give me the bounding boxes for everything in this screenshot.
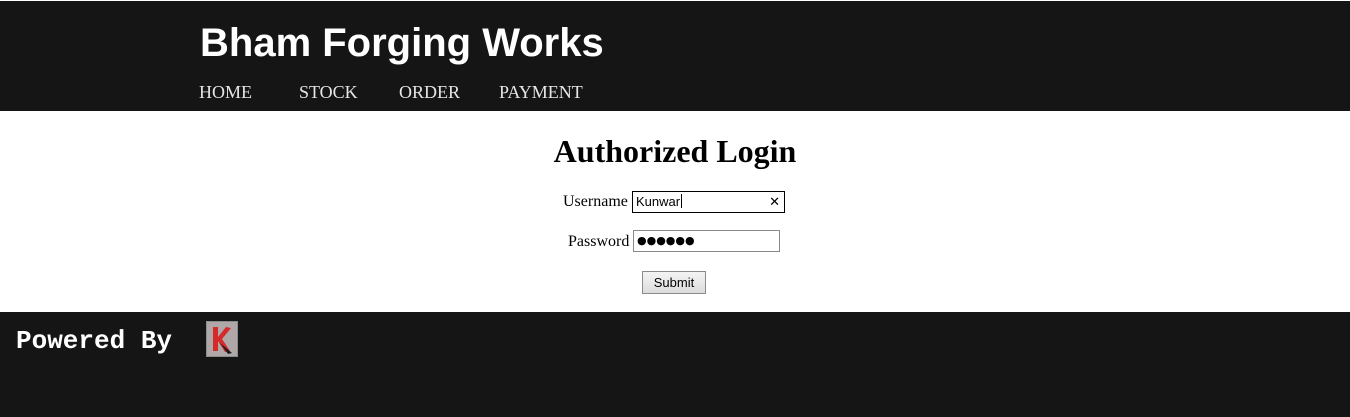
k-logo-icon xyxy=(206,321,238,357)
username-input[interactable]: Kunwar ✕ xyxy=(632,191,785,213)
site-title: Bham Forging Works xyxy=(200,21,604,65)
nav-payment[interactable]: PAYMENT xyxy=(499,81,583,103)
site-footer: Powered By xyxy=(0,312,1350,417)
password-masked-value: ●●●●●● xyxy=(637,234,695,247)
submit-button[interactable]: Submit xyxy=(642,271,706,294)
username-value: Kunwar xyxy=(636,194,683,209)
username-label: Username xyxy=(563,193,628,210)
clear-icon[interactable]: ✕ xyxy=(769,193,780,211)
password-label: Password xyxy=(568,233,630,250)
site-header: Bham Forging Works HOME STOCK ORDER PAYM… xyxy=(0,0,1350,111)
text-caret xyxy=(681,194,683,208)
login-title: Authorized Login xyxy=(553,133,797,169)
login-section: Authorized Login Username Kunwar ✕ Passw… xyxy=(0,111,1350,312)
nav-order[interactable]: ORDER xyxy=(399,81,460,103)
powered-by-label: Powered By xyxy=(16,326,173,356)
nav-home[interactable]: HOME xyxy=(199,81,252,103)
nav-stock[interactable]: STOCK xyxy=(299,81,358,103)
password-input[interactable]: ●●●●●● xyxy=(633,230,780,252)
